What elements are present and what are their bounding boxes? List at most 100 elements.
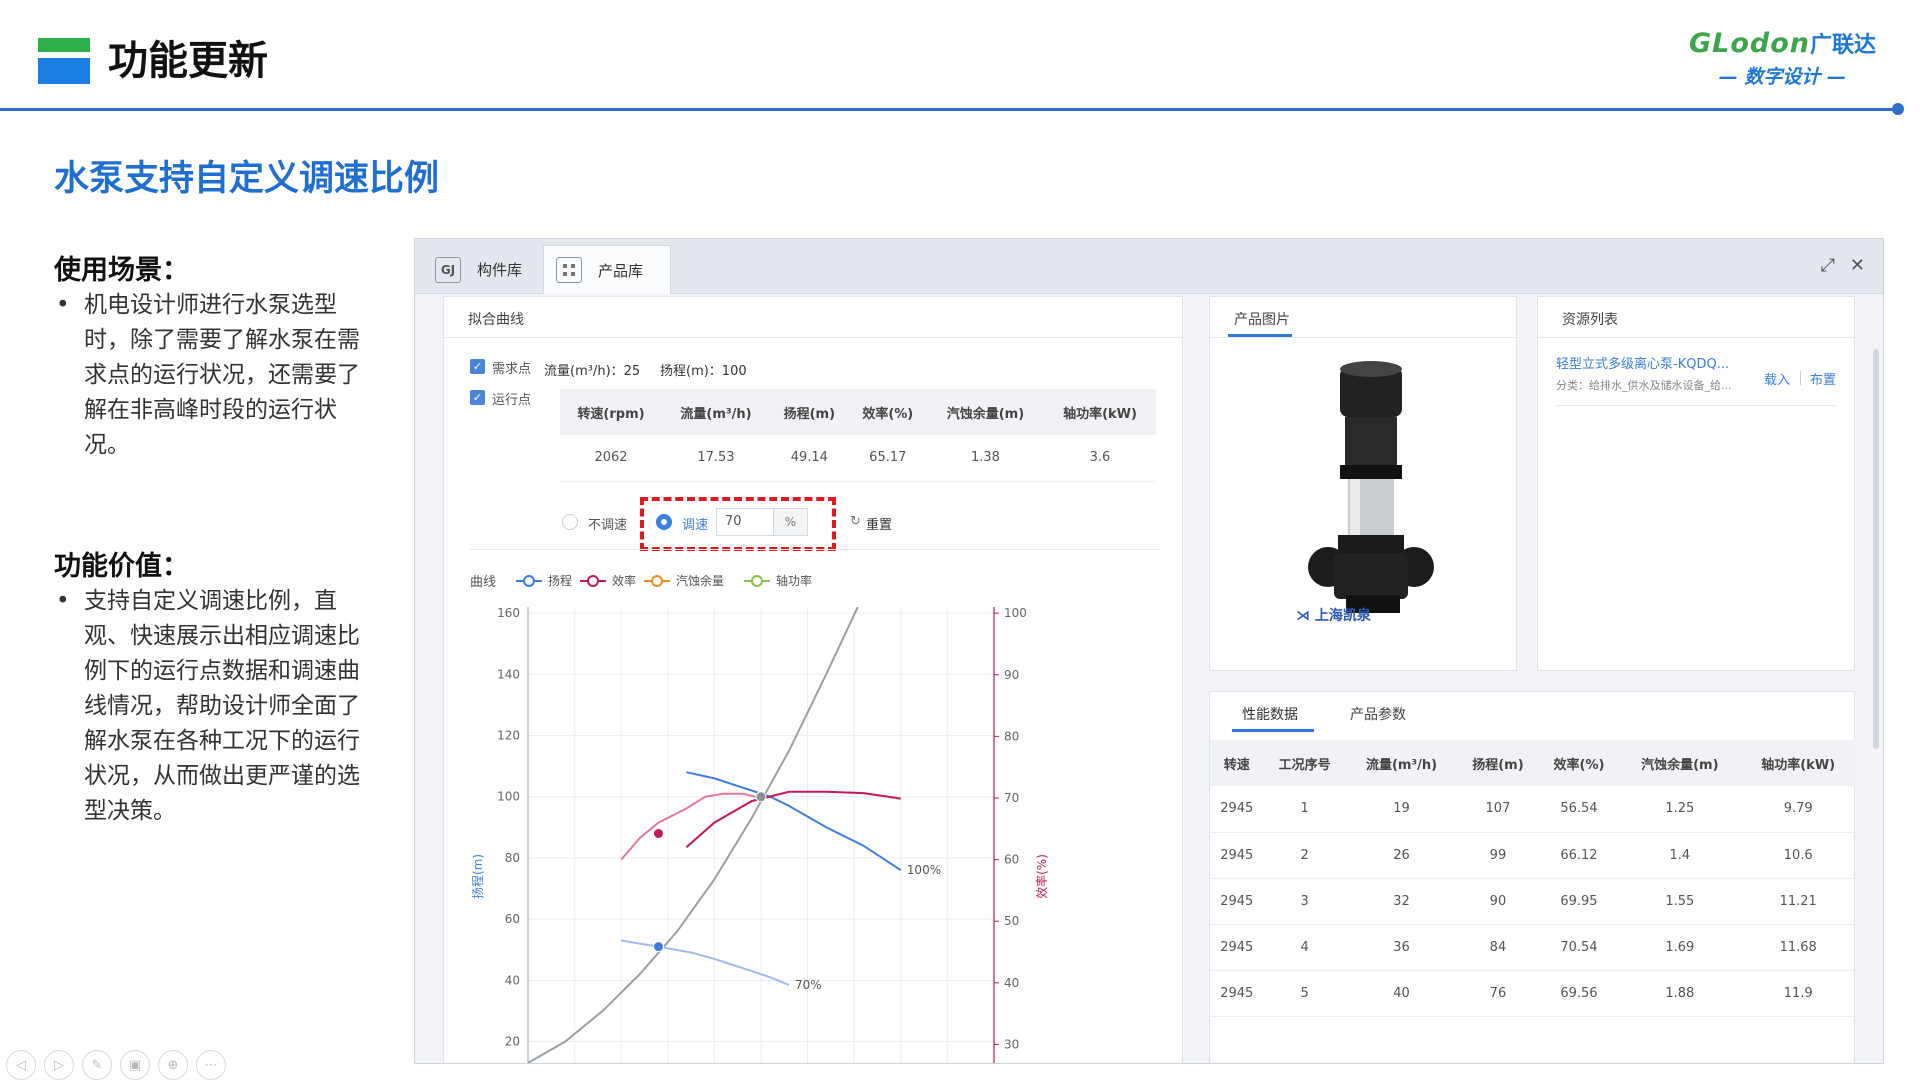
table-cell: 76 [1457, 970, 1539, 1017]
slideshow-toolbar: ◁ ▷ ✎ ▣ ⊕ ⋯ [6, 1050, 226, 1080]
brand-subtitle: — 数字设计 — [1718, 66, 1846, 88]
table-cell: 90 [1457, 878, 1539, 925]
table-cell: 1.69 [1619, 924, 1741, 971]
demand-flow: 流量(m³/h)：25 [544, 364, 641, 379]
performance-table: 转速 工况序号 流量(m³/h) 扬程(m) 效率(%) 汽蚀余量(m) 轴功率… [1210, 740, 1856, 1017]
table-cell: 5 [1263, 970, 1346, 1017]
table-cell: 66.12 [1538, 832, 1620, 879]
pump-curve-chart: 20 40 60 80 100 120 140 160 30 40 50 60 70 80 90 100 扬程(… [470, 606, 1049, 1063]
legend-marker-icon [580, 574, 606, 587]
table-header: 流量(m³/h) [662, 389, 770, 435]
tab-performance-data[interactable]: 性能数据 [1242, 704, 1298, 724]
table-header: 汽蚀余量(m) [1619, 740, 1741, 786]
table-row[interactable]: 2945 1 19 107 56.54 1.25 9.79 [1210, 786, 1856, 833]
y2-tick-label: 60 [1004, 853, 1019, 867]
speed-ratio-input[interactable]: 70 % [716, 508, 808, 536]
window-scrollbar[interactable] [1873, 349, 1879, 749]
tab-product-params[interactable]: 产品参数 [1350, 704, 1406, 724]
series-end-label: 100% [907, 863, 941, 877]
demand-point-label: 需求点 [492, 362, 532, 377]
panel-divider [470, 549, 1160, 550]
y-tick-label: 140 [497, 667, 520, 681]
table-header: 流量(m³/h) [1345, 740, 1458, 786]
table-row[interactable]: 2945 2 26 99 66.12 1.4 10.6 [1210, 832, 1856, 879]
table-cell: 49.14 [769, 435, 849, 482]
y-axis-title: 扬程(m) [470, 854, 485, 899]
table-row[interactable]: 2945 4 36 84 70.54 1.69 11.68 [1210, 924, 1856, 971]
no-speed-label: 不调速 [588, 518, 628, 533]
no-speed-radio[interactable] [562, 514, 578, 530]
table-header: 转速(rpm) [560, 389, 663, 435]
y-tick-label: 40 [505, 973, 520, 987]
previous-icon[interactable]: ◁ [6, 1050, 36, 1080]
resource-item-category: 分类：给排水_供水及储水设备_给... [1556, 379, 1732, 392]
table-cell: 1.88 [1619, 970, 1741, 1017]
table-row[interactable]: 2945 5 40 76 69.56 1.88 11.9 [1210, 970, 1856, 1017]
speed-label: 调速 [682, 518, 709, 533]
table-row: 2062 17.53 49.14 65.17 1.38 3.6 [560, 435, 1156, 482]
legend-marker-icon [516, 574, 542, 587]
reset-icon[interactable]: ↻ [850, 514, 861, 529]
table-header: 轴功率(kW) [1044, 389, 1156, 435]
table-header: 转速 [1210, 740, 1264, 786]
table-cell: 65.17 [848, 435, 927, 482]
table-cell: 3 [1263, 878, 1346, 925]
table-cell: 19 [1345, 786, 1458, 833]
table-cell: 1.55 [1619, 878, 1741, 925]
series-line [620, 792, 762, 861]
table-header: 汽蚀余量(m) [926, 389, 1045, 435]
load-button[interactable]: 载入 [1764, 369, 1790, 388]
resource-item-link[interactable]: 轻型立式多级离心泵-KQDQ... [1556, 353, 1756, 372]
y-tick-label: 100 [497, 790, 520, 804]
fitting-curve-panel: 拟合曲线 ✓ 需求点 流量(m³/h)：25 扬程(m)：100 ✓ 运行点 转… [443, 296, 1184, 1063]
operating-point-checkbox[interactable]: ✓ [470, 390, 485, 405]
product-image-panel: 产品图片 ⋊ 上海凯泉 [1209, 296, 1518, 671]
tab-label: 构件库 [477, 261, 523, 279]
y-tick-label: 160 [497, 606, 520, 620]
curve-point [755, 791, 767, 803]
table-header: 工况序号 [1263, 740, 1346, 786]
tab-product-library[interactable]: 产品库 [543, 245, 671, 294]
speed-radio[interactable] [656, 514, 672, 530]
legend-marker-icon [644, 574, 670, 587]
panel-title: 拟合曲线 [468, 312, 524, 328]
panel-divider [444, 337, 1184, 338]
tab-underline [1232, 729, 1314, 732]
series-end-label: 70% [795, 978, 822, 992]
pen-icon[interactable]: ✎ [82, 1050, 112, 1080]
table-header: 效率(%) [848, 389, 927, 435]
tab-component-library[interactable]: GJ 构件库 [423, 245, 540, 294]
demand-point-checkbox[interactable]: ✓ [470, 359, 485, 374]
series-line [528, 607, 859, 1063]
table-cell: 2062 [560, 435, 663, 482]
close-icon[interactable]: ✕ [1850, 255, 1865, 276]
y2-tick-label: 90 [1004, 668, 1019, 682]
header-divider-dot [1892, 103, 1904, 115]
table-cell: 10.6 [1740, 832, 1856, 879]
maximize-icon[interactable]: ⤢ [1821, 255, 1835, 276]
more-icon[interactable]: ⋯ [196, 1050, 226, 1080]
component-library-icon: GJ [435, 256, 461, 283]
demand-head: 扬程(m)：100 [660, 364, 747, 379]
table-cell: 56.54 [1538, 786, 1620, 833]
performance-data-panel: 性能数据 产品参数 转速 工况序号 流量(m³/h) 扬程(m) 效率(%) 汽… [1209, 691, 1856, 1063]
value-heading: 功能价值： [54, 551, 189, 582]
table-header: 轴功率(kW) [1740, 740, 1856, 786]
table-cell: 40 [1345, 970, 1458, 1017]
slides-icon[interactable]: ▣ [120, 1050, 150, 1080]
table-cell: 99 [1457, 832, 1539, 879]
value-text: 支持自定义调速比例，直观、快速展示出相应调速比例下的运行点数据和调速曲线情况，帮… [54, 584, 364, 829]
next-icon[interactable]: ▷ [44, 1050, 74, 1080]
table-cell: 70.54 [1538, 924, 1620, 971]
table-row[interactable]: 2945 3 32 90 69.95 1.55 11.21 [1210, 878, 1856, 925]
place-button[interactable]: 布置 [1810, 369, 1836, 388]
zoom-icon[interactable]: ⊕ [158, 1050, 188, 1080]
brand-name: GLodon [1688, 28, 1810, 59]
curve-point [652, 827, 664, 839]
table-cell: 69.56 [1538, 970, 1620, 1017]
table-header: 扬程(m) [1457, 740, 1539, 786]
reset-button[interactable]: 重置 [866, 514, 892, 533]
speed-ratio-unit: % [773, 509, 807, 535]
table-cell: 9.79 [1740, 786, 1856, 833]
table-cell: 69.95 [1538, 878, 1620, 925]
